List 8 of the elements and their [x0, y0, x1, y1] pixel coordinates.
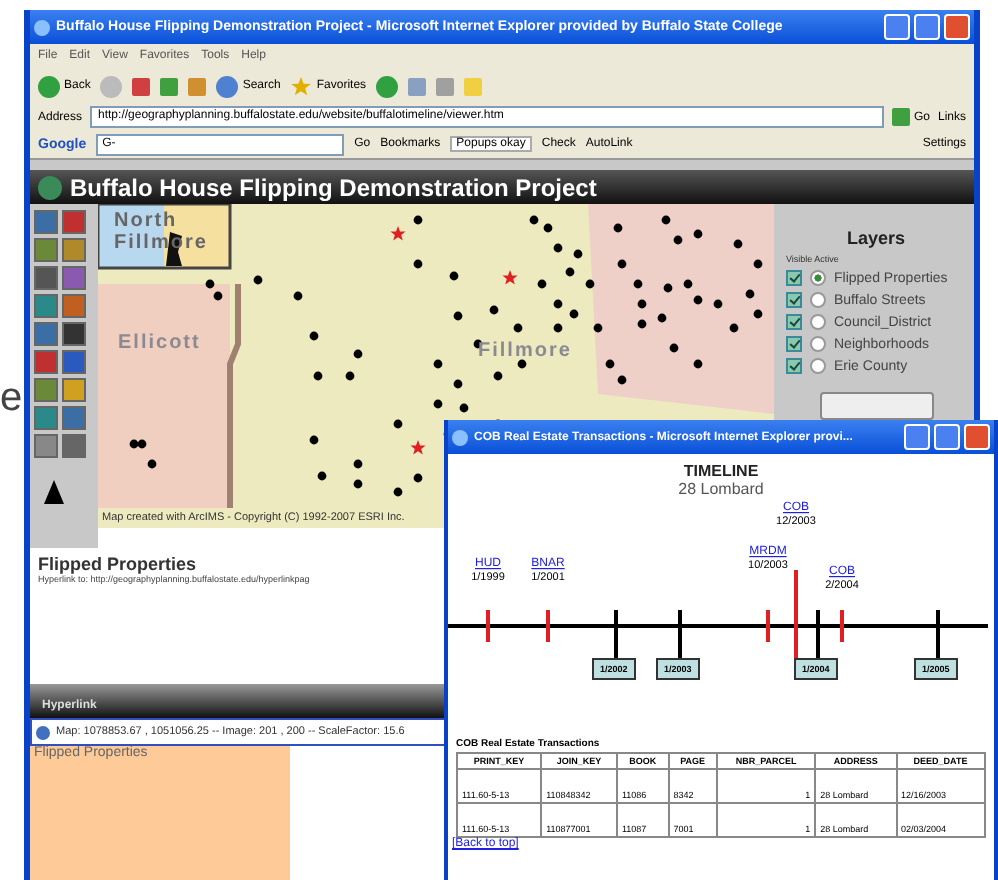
background-text: e	[0, 376, 20, 422]
timeline-title: TIMELINE	[683, 462, 759, 480]
page-title: Buffalo House Flipping Demonstration Project	[70, 173, 597, 201]
map-label: Ellicott	[118, 332, 201, 354]
map-label: Fillmore	[478, 340, 572, 362]
timeline-subtitle: 28 Lombard	[678, 480, 764, 498]
layers-title: Layers	[844, 228, 908, 248]
info-title: Flipped Properties	[38, 554, 197, 574]
